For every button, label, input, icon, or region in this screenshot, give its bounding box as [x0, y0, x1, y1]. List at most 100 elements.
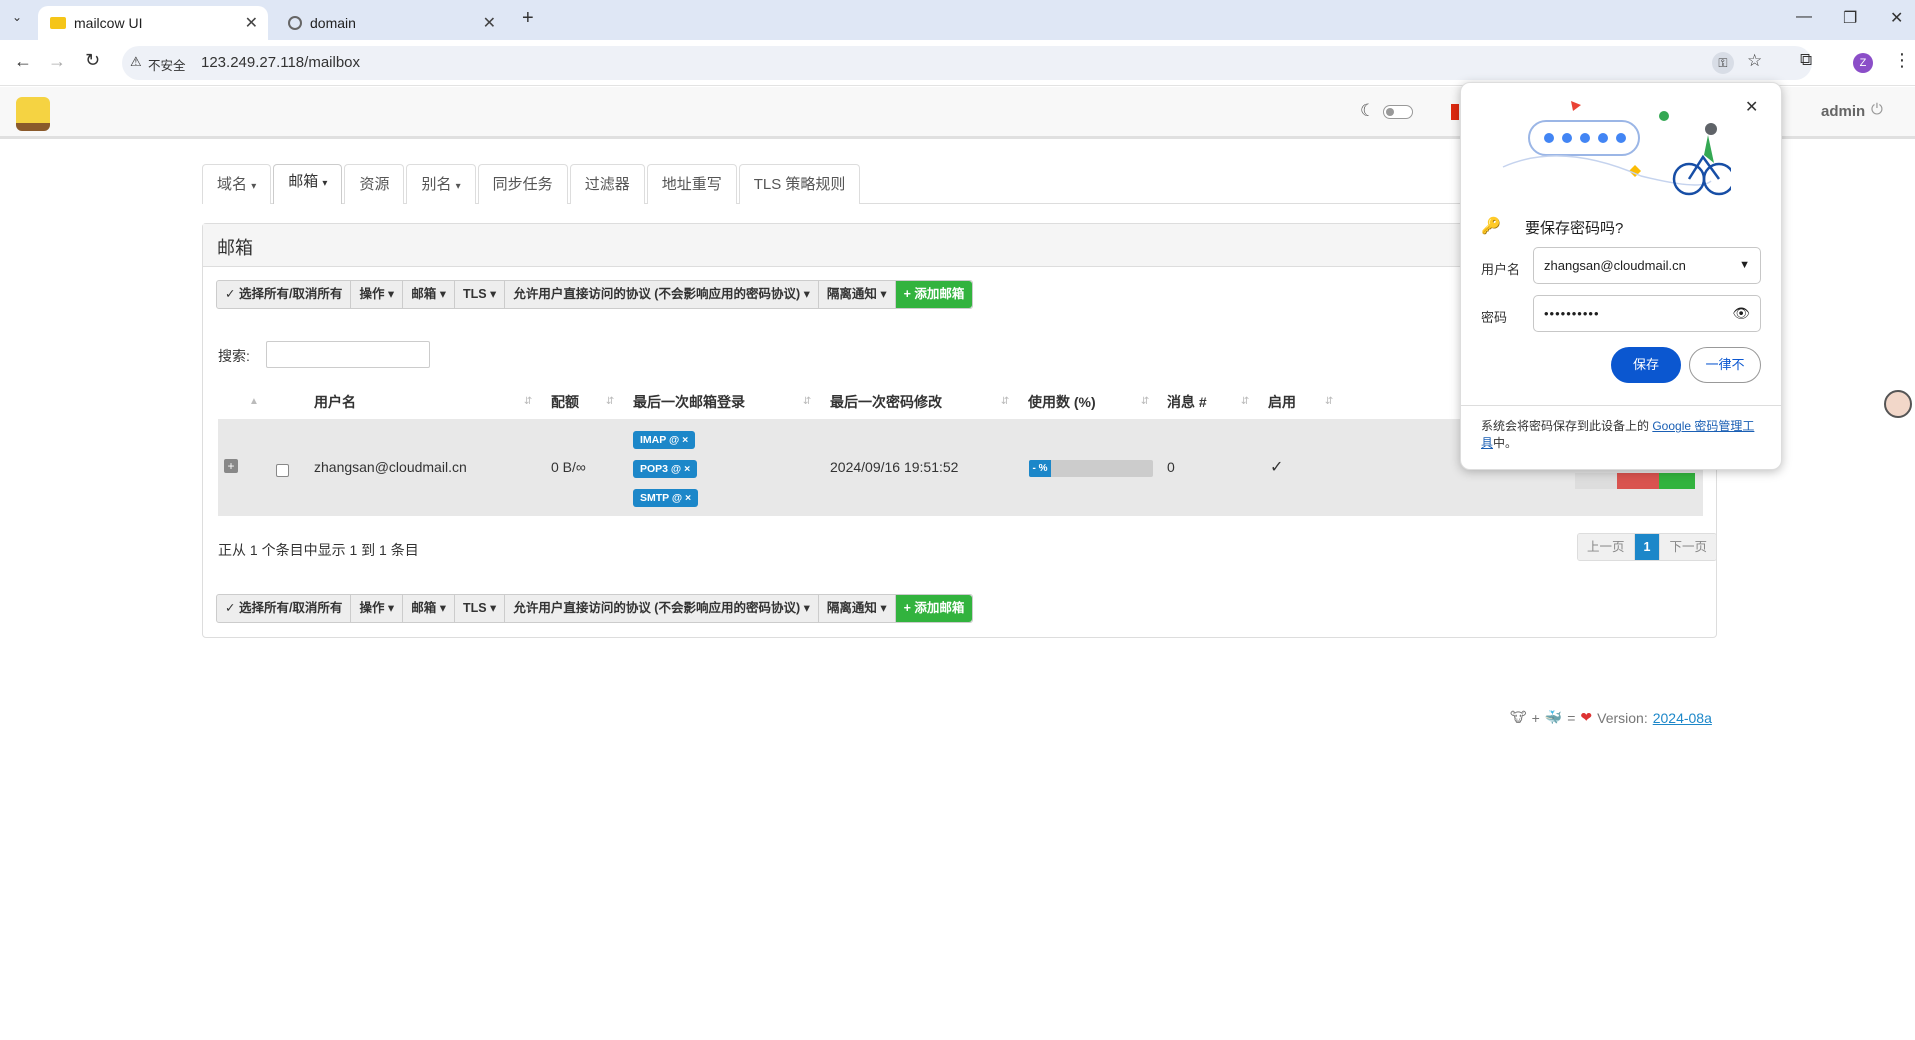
close-window-icon[interactable]: ✕ — [1890, 8, 1903, 28]
password-illustration — [1502, 101, 1731, 196]
operation-dropdown[interactable]: 操作 ▾ — [351, 281, 404, 308]
operation-dropdown[interactable]: 操作 ▾ — [351, 595, 404, 622]
protocols-dropdown[interactable]: 允许用户直接访问的协议 (不会影响应用的密码协议) ▾ — [505, 281, 819, 308]
caret-down-icon: ▾ — [455, 181, 461, 192]
tab-domains[interactable]: 域名 ▾ — [202, 164, 272, 204]
save-button[interactable]: 保存 — [1611, 347, 1681, 383]
browser-tab-strip: ⌄ mailcow UI ✕ domain ✕ + — ❐ ✕ — [0, 0, 1915, 40]
version-link[interactable]: 2024-08a — [1653, 710, 1712, 726]
version-label: Version: — [1597, 709, 1648, 726]
tab-filters[interactable]: 过滤器 — [569, 164, 645, 204]
prev-page-button[interactable]: 上一页 — [1578, 534, 1635, 560]
restore-icon[interactable]: ❐ — [1843, 8, 1857, 28]
tab-title: mailcow UI — [74, 15, 143, 31]
imap-badge[interactable]: IMAP @ × — [633, 431, 696, 449]
col-quota[interactable]: 配额 — [551, 392, 579, 412]
sort-icon[interactable]: ⇵ — [606, 396, 614, 407]
address-bar[interactable]: ⚠ 不安全 123.249.27.118/mailbox ⚿ ☆ — [122, 46, 1812, 80]
whale-icon: 🐳 — [1544, 709, 1563, 725]
tab-tls-policy[interactable]: TLS 策略规则 — [738, 164, 861, 204]
dropdown-arrow-icon[interactable]: ▼ — [1739, 248, 1750, 283]
logout-power-icon[interactable]: ⏻ — [1871, 101, 1883, 118]
never-button[interactable]: 一律不 — [1689, 347, 1761, 383]
mailbox-dropdown[interactable]: 邮箱 ▾ — [403, 281, 455, 308]
col-usage[interactable]: 使用数 (%) — [1028, 392, 1096, 412]
add-mailbox-button[interactable]: + 添加邮箱 — [895, 281, 973, 308]
next-page-button[interactable]: 下一页 — [1660, 534, 1716, 560]
protocols-dropdown[interactable]: 允许用户直接访问的协议 (不会影响应用的密码协议) ▾ — [505, 595, 819, 622]
tab-sync-jobs[interactable]: 同步任务 — [477, 164, 568, 204]
tab-aliases[interactable]: 别名 ▾ — [406, 164, 476, 204]
bookmark-star-icon[interactable]: ☆ — [1747, 51, 1762, 71]
sort-icon[interactable]: ⇵ — [1325, 396, 1333, 407]
sort-icon[interactable]: ⇵ — [1241, 396, 1249, 407]
col-last-login[interactable]: 最后一次邮箱登录 — [633, 392, 745, 412]
sort-icon[interactable]: ⇵ — [1141, 396, 1149, 407]
tab-mailboxes[interactable]: 邮箱 ▾ — [273, 164, 343, 204]
select-all-button[interactable]: ✓ 选择所有/取消所有 — [217, 281, 352, 308]
search-input[interactable] — [266, 341, 430, 368]
tab-resources[interactable]: 资源 — [344, 164, 405, 204]
tab-address-rewrite[interactable]: 地址重写 — [646, 164, 737, 204]
username-field[interactable]: zhangsan@cloudmail.cn ▼ — [1533, 247, 1761, 284]
add-mailbox-button[interactable]: + 添加邮箱 — [895, 595, 973, 622]
dark-mode-moon-icon: ☾ — [1360, 101, 1376, 120]
search-label: 搜索: — [218, 348, 250, 364]
dark-mode-toggle[interactable] — [1383, 105, 1413, 119]
pagination: 上一页 1 下一页 — [1577, 533, 1717, 561]
pop3-badge[interactable]: POP3 @ × — [633, 460, 698, 478]
col-messages[interactable]: 消息 # — [1167, 392, 1207, 412]
profile-avatar[interactable]: Z — [1853, 53, 1873, 73]
warning-icon: ⚠ — [130, 54, 142, 69]
show-password-eye-icon[interactable]: 👁 — [1732, 296, 1750, 331]
password-field[interactable]: •••••••••• 👁 — [1533, 295, 1761, 332]
new-tab-icon[interactable]: + — [522, 7, 534, 30]
col-pw-changed[interactable]: 最后一次密码修改 — [830, 392, 942, 412]
row-action-buttons[interactable] — [1575, 473, 1695, 489]
quarantine-dropdown[interactable]: 隔离通知 ▾ — [819, 281, 896, 308]
browser-toolbar: ← → ↻ ⚠ 不安全 123.249.27.118/mailbox ⚿ ☆ ⧉… — [0, 40, 1915, 86]
browser-tab-mailcow[interactable]: mailcow UI ✕ — [38, 6, 268, 40]
sort-icon[interactable]: ⇵ — [803, 396, 811, 407]
col-username[interactable]: 用户名 — [314, 392, 356, 412]
col-enabled[interactable]: 启用 — [1268, 392, 1296, 412]
browser-tab-domain[interactable]: domain ✕ — [276, 6, 506, 40]
admin-user-label[interactable]: admin — [1821, 103, 1865, 120]
security-label[interactable]: 不安全 — [148, 55, 186, 74]
quarantine-dropdown[interactable]: 隔离通知 ▾ — [819, 595, 896, 622]
sort-icon[interactable]: ⇵ — [1001, 396, 1009, 407]
sort-icon[interactable]: ▲ — [249, 396, 259, 407]
check-icon: ✓ — [225, 287, 239, 301]
page-1-button[interactable]: 1 — [1634, 534, 1661, 560]
menu-kebab-icon[interactable]: ⋮ — [1893, 50, 1911, 71]
mailcow-logo[interactable] — [16, 97, 50, 131]
tls-dropdown[interactable]: TLS ▾ — [455, 595, 506, 622]
minimize-icon[interactable]: — — [1796, 8, 1812, 26]
plus-icon: + — [1531, 709, 1540, 726]
reload-icon[interactable]: ↻ — [85, 50, 100, 71]
sort-icon[interactable]: ⇵ — [524, 396, 532, 407]
row-checkbox[interactable] — [276, 464, 289, 477]
caret-down-icon: ▾ — [251, 181, 257, 192]
action-bar-bottom: ✓ 选择所有/取消所有 操作 ▾ 邮箱 ▾ TLS ▾ 允许用户直接访问的协议 … — [216, 594, 974, 623]
close-tab-icon[interactable]: ✕ — [483, 13, 496, 33]
globe-favicon-icon — [288, 16, 302, 30]
mailbox-dropdown[interactable]: 邮箱 ▾ — [403, 595, 455, 622]
forward-icon[interactable]: → — [48, 51, 66, 72]
popup-footer: 系统会将密码保存到此设备上的 Google 密码管理工具中。 — [1461, 405, 1781, 469]
popup-title: 要保存密码吗? — [1525, 220, 1624, 237]
row-username: zhangsan@cloudmail.cn — [314, 459, 467, 475]
url-text[interactable]: 123.249.27.118/mailbox — [201, 54, 360, 71]
select-all-button[interactable]: ✓ 选择所有/取消所有 — [217, 595, 352, 622]
back-icon[interactable]: ← — [14, 51, 32, 72]
language-flag-icon[interactable] — [1451, 104, 1459, 120]
close-tab-icon[interactable]: ✕ — [245, 13, 258, 33]
close-popup-icon[interactable]: ✕ — [1745, 97, 1758, 117]
extensions-icon[interactable]: ⧉ — [1800, 50, 1812, 70]
password-key-icon[interactable]: ⚿ — [1712, 52, 1734, 74]
expand-plus-icon[interactable]: + — [224, 459, 238, 473]
tab-list-chevron-icon[interactable]: ⌄ — [12, 10, 22, 24]
tls-dropdown[interactable]: TLS ▾ — [455, 281, 506, 308]
smtp-badge[interactable]: SMTP @ × — [633, 489, 699, 507]
side-assistant-avatar[interactable] — [1884, 390, 1912, 418]
